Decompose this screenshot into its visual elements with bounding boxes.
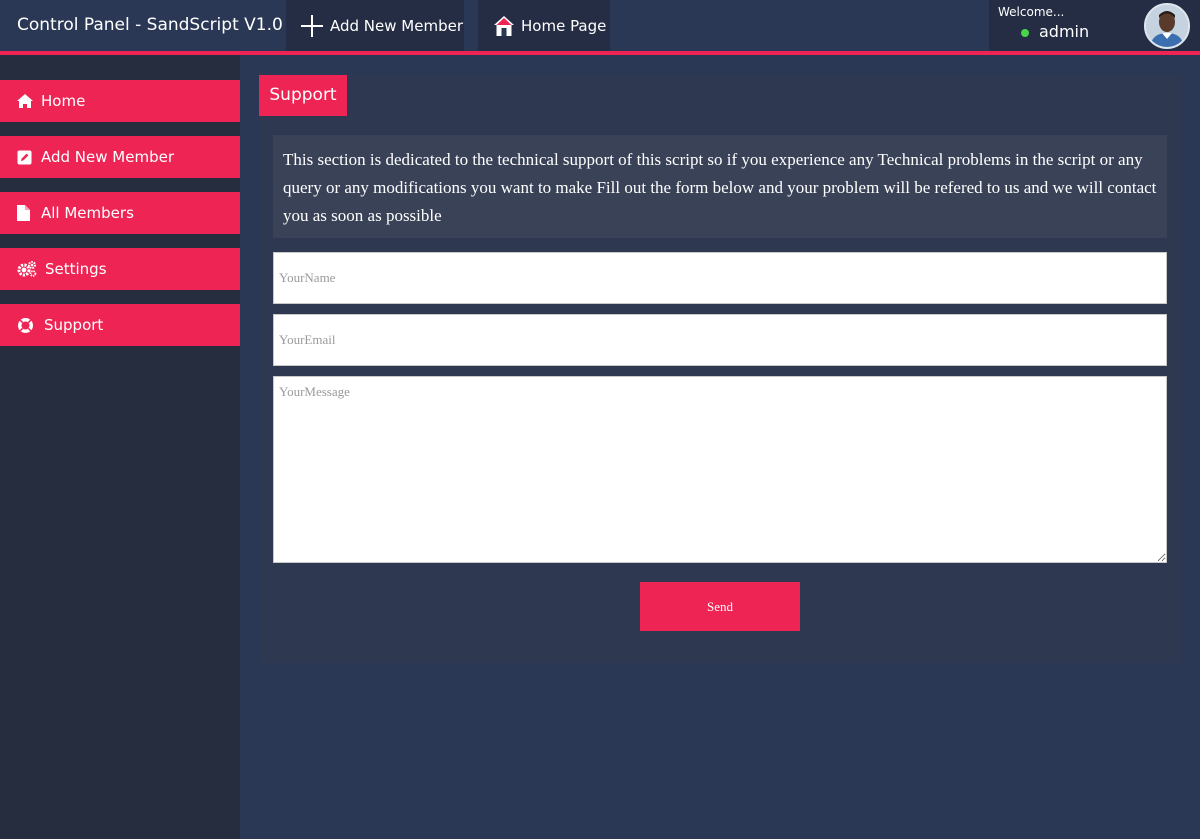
nav-add-new-member-button[interactable]: Add New Member	[286, 0, 464, 51]
app-title: Control Panel - SandScript V1.0	[17, 15, 283, 35]
support-panel: Support This section is dedicated to the…	[259, 75, 1181, 663]
message-textarea[interactable]	[273, 376, 1167, 563]
home-icon	[17, 94, 41, 108]
sidebar-item-label: All Members	[41, 204, 134, 222]
online-status-icon	[1021, 29, 1029, 37]
username: admin	[1039, 22, 1090, 41]
sidebar-item-label: Support	[44, 316, 104, 334]
sidebar: Home Add New Member All Members Settings…	[0, 55, 240, 839]
name-input[interactable]	[273, 252, 1167, 304]
sidebar-item-all-members[interactable]: All Members	[0, 192, 240, 234]
sidebar-item-label: Add New Member	[41, 148, 174, 166]
welcome-text: Welcome...	[998, 5, 1065, 19]
sidebar-item-support[interactable]: Support	[0, 304, 240, 346]
sidebar-item-label: Settings	[45, 260, 107, 278]
sidebar-item-home[interactable]: Home	[0, 80, 240, 122]
lifebuoy-icon	[17, 317, 44, 334]
sidebar-item-add-new-member[interactable]: Add New Member	[0, 136, 240, 178]
file-icon	[17, 205, 41, 221]
panel-title: Support	[259, 75, 347, 116]
nav-home-page-button[interactable]: Home Page	[478, 0, 610, 51]
send-button[interactable]: Send	[640, 582, 800, 631]
nav-add-new-member-label: Add New Member	[330, 16, 463, 35]
sidebar-item-label: Home	[41, 92, 86, 110]
plus-icon	[300, 14, 324, 38]
support-description: This section is dedicated to the technic…	[273, 135, 1167, 238]
nav-home-page-label: Home Page	[521, 16, 607, 35]
top-bar: Control Panel - SandScript V1.0 Add New …	[0, 0, 1200, 51]
house-icon	[493, 15, 515, 37]
user-box: Welcome... admin	[989, 0, 1200, 51]
gears-icon	[17, 261, 45, 277]
email-input[interactable]	[273, 314, 1167, 366]
edit-icon	[17, 150, 41, 165]
avatar[interactable]	[1144, 3, 1190, 49]
sidebar-item-settings[interactable]: Settings	[0, 248, 240, 290]
